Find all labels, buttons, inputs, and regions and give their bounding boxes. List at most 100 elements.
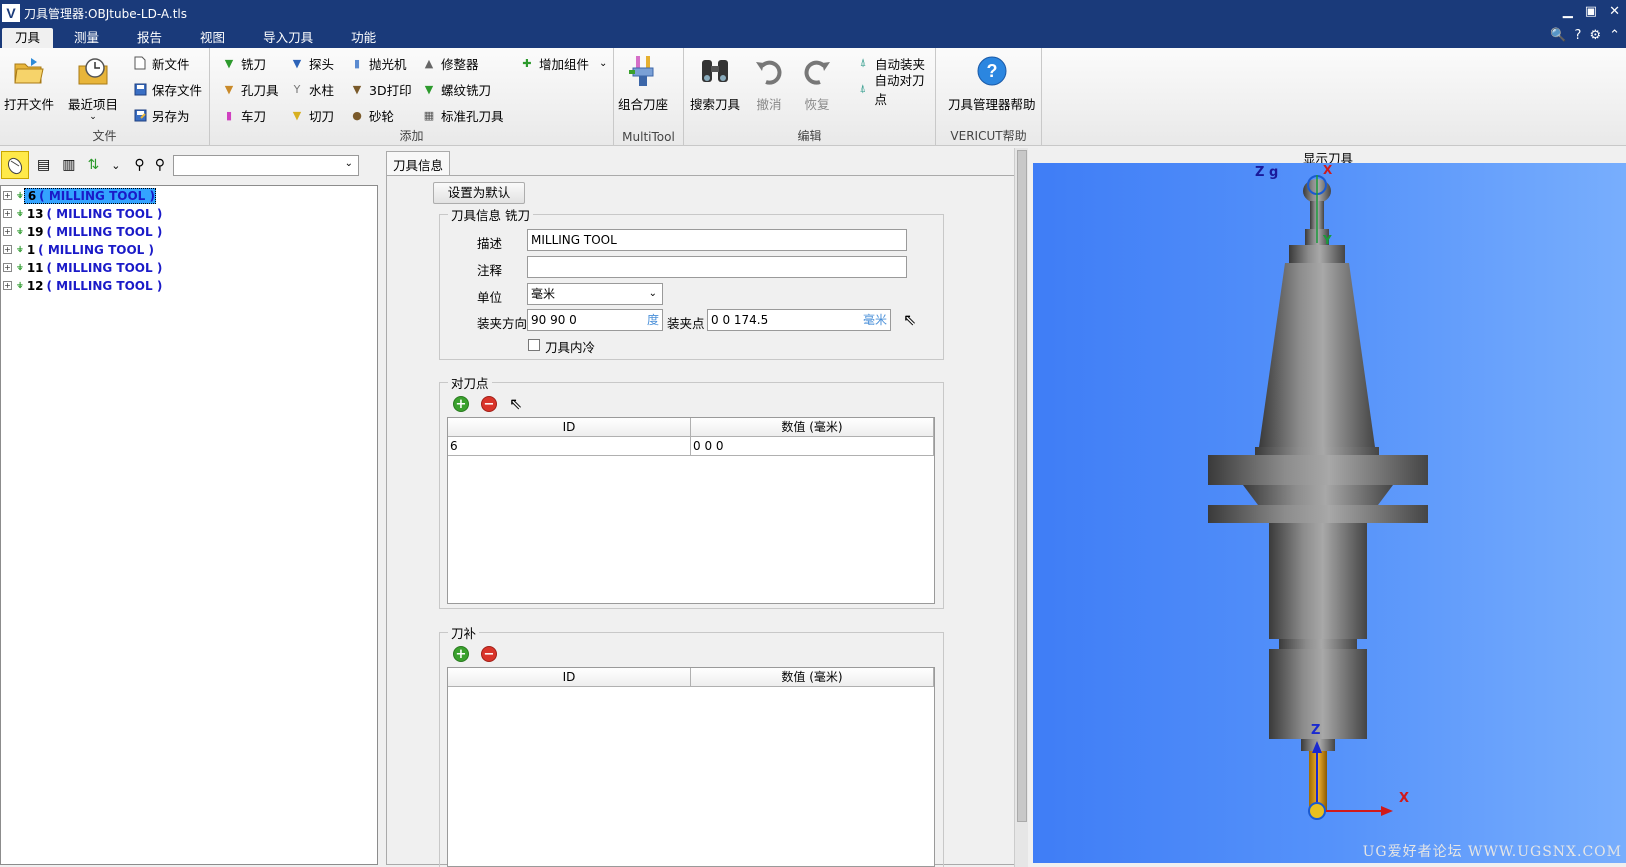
turning-tool-button[interactable]: ▮ 车刀 (222, 106, 266, 124)
mill-button[interactable]: ▼ 铣刀 (222, 54, 266, 72)
sort-icon[interactable]: ⇅ (87, 157, 99, 173)
add-icon[interactable]: + (453, 646, 469, 662)
gauge-point-legend: 对刀点 (451, 376, 489, 391)
add-icon[interactable]: + (453, 396, 469, 412)
tab-report[interactable]: 报告 (124, 28, 175, 48)
close-icon[interactable]: ✕ (1609, 4, 1620, 19)
undo-button[interactable]: 撤消 (752, 54, 786, 113)
dresser-icon: ▲ (424, 56, 434, 70)
tool-manager-help-button[interactable]: ? 刀具管理器帮助 (948, 54, 1036, 113)
expand-icon[interactable]: + (3, 263, 12, 272)
mouse-select-icon[interactable] (1, 151, 29, 179)
standard-hole-tool-button[interactable]: ▦ 标准孔刀具 (422, 106, 504, 124)
multitool-group: 组合刀座 MultiTool (614, 48, 684, 146)
column-header-id[interactable]: ID (448, 418, 691, 436)
remove-icon[interactable]: − (481, 396, 497, 412)
pick-cursor-icon[interactable]: ⇖ (509, 394, 522, 413)
chevron-down-icon[interactable]: ⌄ (111, 159, 120, 172)
search-tool-button[interactable]: 搜索刀具 (690, 54, 740, 113)
tab-measure[interactable]: 测量 (61, 28, 112, 48)
x-axis-label-bottom: X (1399, 791, 1410, 806)
find-next-icon[interactable]: ⚲ (155, 157, 165, 173)
panel-scrollbar[interactable] (1014, 148, 1028, 867)
polisher-button[interactable]: ▮ 抛光机 (350, 54, 407, 72)
clamp-orientation-field[interactable]: 90 90 0 度 (527, 309, 663, 331)
tree-item[interactable]: + ⍖ 6( MILLING TOOL ) (3, 187, 156, 204)
expand-icon[interactable]: + (3, 191, 12, 200)
3d-print-button[interactable]: ▼ 3D打印 (350, 80, 412, 98)
coolant-checkbox[interactable] (528, 339, 540, 351)
clamp-point-field[interactable]: 0 0 174.5 毫米 (707, 309, 891, 331)
tool-pin-icon: ⍖ (16, 242, 24, 257)
end-mill-icon: ▼ (224, 56, 234, 70)
clock-folder-icon (76, 54, 110, 88)
tree-filter-select[interactable]: ⌄ (172, 154, 359, 176)
open-file-button[interactable]: 打开文件 (4, 54, 54, 113)
save-file-button[interactable]: 保存文件 (133, 80, 202, 98)
column-header-value[interactable]: 数值 (毫米) (691, 418, 934, 436)
tree-item[interactable]: + ⍖ 12( MILLING TOOL ) (3, 277, 162, 294)
cutter-button[interactable]: ▼ 切刀 (290, 106, 334, 124)
auto-gauge-point-button[interactable]: ⍋ 自动对刀点 (856, 73, 935, 107)
tool-pin-icon: ⍖ (16, 188, 24, 203)
search-icon[interactable]: 🔍 (1550, 28, 1566, 43)
grinding-wheel-button[interactable]: ● 砂轮 (350, 106, 394, 124)
expand-icon[interactable]: + (3, 245, 12, 254)
note-field[interactable] (527, 256, 907, 278)
chevron-down-icon: ⌄ (648, 288, 657, 299)
tool-tree: + ⍖ 6( MILLING TOOL ) + ⍖ 13( MILLING TO… (0, 185, 378, 865)
gear-icon[interactable]: ⚙ (1589, 28, 1601, 43)
water-jet-button[interactable]: Y 水柱 (290, 80, 334, 98)
tree-item[interactable]: + ⍖ 13( MILLING TOOL ) (3, 205, 162, 222)
note-label: 注释 (477, 263, 503, 278)
tree-item[interactable]: + ⍖ 19( MILLING TOOL ) (3, 223, 162, 240)
document-icon[interactable]: ▤ (37, 157, 50, 173)
grinding-wheel-icon: ● (352, 108, 362, 122)
minimize-icon[interactable]: ▁ (1563, 4, 1573, 19)
tab-view[interactable]: 视图 (187, 28, 238, 48)
save-as-button[interactable]: 另存为 (133, 106, 190, 124)
unit-select[interactable]: 毫米 ⌄ (527, 283, 663, 305)
tree-item[interactable]: + ⍖ 1( MILLING TOOL ) (3, 241, 154, 258)
maximize-icon[interactable]: ▣ (1585, 4, 1597, 19)
undo-icon (752, 54, 786, 88)
probe-icon: ▼ (292, 56, 302, 70)
scrollbar-thumb[interactable] (1017, 150, 1027, 822)
column-header-value[interactable]: 数值 (毫米) (691, 668, 934, 686)
remove-icon[interactable]: − (481, 646, 497, 662)
tree-view-icon[interactable]: ▥ (62, 157, 75, 173)
tab-tool-info[interactable]: 刀具信息 (386, 151, 451, 177)
hole-tool-button[interactable]: ▼ 孔刀具 (222, 80, 279, 98)
thread-mill-button[interactable]: ▼ 螺纹铣刀 (422, 80, 491, 98)
new-file-button[interactable]: 新文件 (133, 54, 190, 72)
combo-holder-button[interactable]: 组合刀座 (618, 54, 668, 113)
expand-icon[interactable]: + (3, 227, 12, 236)
tab-import-tool[interactable]: 导入刀具 (250, 28, 326, 48)
probe-button[interactable]: ▼ 探头 (290, 54, 334, 72)
table-row[interactable]: 6 0 0 0 (448, 437, 934, 456)
redo-button[interactable]: 恢复 (800, 54, 834, 113)
description-field[interactable]: MILLING TOOL (527, 229, 907, 251)
tool-pin-icon: ⍖ (16, 224, 24, 239)
tool-3d-viewer[interactable]: Z g X Y Z X UG爱好者论坛 WWW.UGSNX.COM (1033, 163, 1626, 863)
expand-icon[interactable]: + (3, 209, 12, 218)
tab-tool[interactable]: 刀具 (2, 28, 54, 48)
add-component-button[interactable]: ✚ 增加组件 ⌄ (520, 54, 607, 72)
edit-group-label: 编辑 (797, 129, 822, 143)
expand-icon[interactable]: + (3, 281, 12, 290)
viewer-title: 显示刀具 (1302, 151, 1353, 166)
dresser-button[interactable]: ▲ 修整器 (422, 54, 479, 72)
collapse-ribbon-icon[interactable]: ⌃ (1609, 28, 1620, 43)
menu-bar: 刀具 测量 报告 视图 导入刀具 功能 🔍 ? ⚙ ⌃ (0, 26, 1626, 48)
column-header-id[interactable]: ID (448, 668, 691, 686)
recent-items-button[interactable]: 最近项目 ⌄ (68, 54, 118, 122)
tab-function[interactable]: 功能 (338, 28, 389, 48)
tree-item[interactable]: + ⍖ 11( MILLING TOOL ) (3, 259, 162, 276)
pick-cursor-icon[interactable]: ⇖ (903, 310, 916, 329)
zg-axis-label: Z g (1255, 165, 1279, 180)
set-default-button[interactable]: 设置为默认 (433, 182, 525, 204)
find-icon[interactable]: ⚲ (134, 157, 144, 173)
add-group-label: 添加 (399, 129, 424, 143)
chevron-down-icon: ⌄ (89, 112, 97, 122)
help-icon[interactable]: ? (1575, 28, 1582, 43)
